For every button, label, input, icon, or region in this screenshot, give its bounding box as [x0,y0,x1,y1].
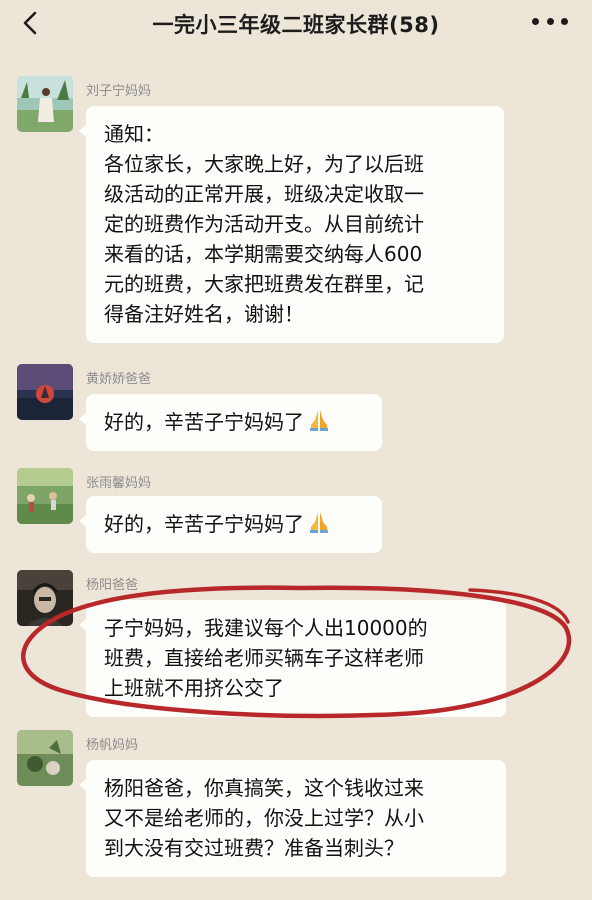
message-bubble[interactable]: 好的，辛苦子宁妈妈了 [79,394,382,451]
message-text-line: 定的班费作为活动开支。从目前统计 [104,212,424,236]
message-text-line: 得备注好姓名，谢谢！ [104,302,304,326]
more-dots-icon[interactable] [532,16,568,26]
message-text: 好的，辛苦子宁妈妈了 [104,410,304,434]
chat-header: 一完小三年级二班家长群(58) [0,0,592,48]
avatar[interactable] [17,76,73,132]
message-bubble[interactable]: 好的，辛苦子宁妈妈了 [79,496,382,553]
chevron-left-icon[interactable] [20,10,42,36]
message-text-line: 各位家长，大家晚上好，为了以后班 [104,152,424,176]
folded-hands-icon [310,410,328,431]
folded-hands-icon [310,512,328,533]
message-text-line: 到大没有交过班费？准备当刺头？ [104,836,404,860]
avatar[interactable] [17,364,73,420]
avatar[interactable] [17,468,73,524]
message-text-line: 级活动的正常开展，班级决定收取一 [104,182,424,206]
message-text-line: 上班就不用挤公交了 [104,676,284,700]
sender-name: 张雨馨妈妈 [86,476,152,491]
message-bubble[interactable]: 通知： 各位家长，大家晚上好，为了以后班 级活动的正常开展，班级决定收取一 定的… [79,106,504,343]
message-text-line: 元的班费，大家把班费发在群里，记 [104,272,424,296]
message-text-line: 好的，辛苦子宁妈妈了 [104,407,364,437]
message-bubble[interactable]: 杨阳爸爸，你真搞笑，这个钱收过来 又不是给老师的，你没上过学？从小 到大没有交过… [79,760,506,877]
avatar[interactable] [17,570,73,626]
message-text-line: 又不是给老师的，你没上过学？从小 [104,806,424,830]
avatar[interactable] [17,730,73,786]
message-bubble[interactable]: 子宁妈妈，我建议每个人出10000的 班费，直接给老师买辆车子这样老师 上班就不… [79,600,506,717]
message-text: 好的，辛苦子宁妈妈了 [104,512,304,536]
sender-name: 黄娇娇爸爸 [86,372,152,387]
sender-name: 杨阳爸爸 [86,578,139,593]
message-text-line: 通知： [104,122,164,146]
message-text-line: 子宁妈妈，我建议每个人出10000的 [104,616,428,640]
message-text-line: 好的，辛苦子宁妈妈了 [104,509,364,539]
message-text-line: 班费，直接给老师买辆车子这样老师 [104,646,424,670]
message-text-line: 来看的话，本学期需要交纳每人600 [104,242,423,266]
message-text-line: 杨阳爸爸，你真搞笑，这个钱收过来 [104,776,424,800]
chat-title: 一完小三年级二班家长群(58) [152,13,440,37]
sender-name: 刘子宁妈妈 [86,84,152,99]
sender-name: 杨帆妈妈 [86,738,139,753]
